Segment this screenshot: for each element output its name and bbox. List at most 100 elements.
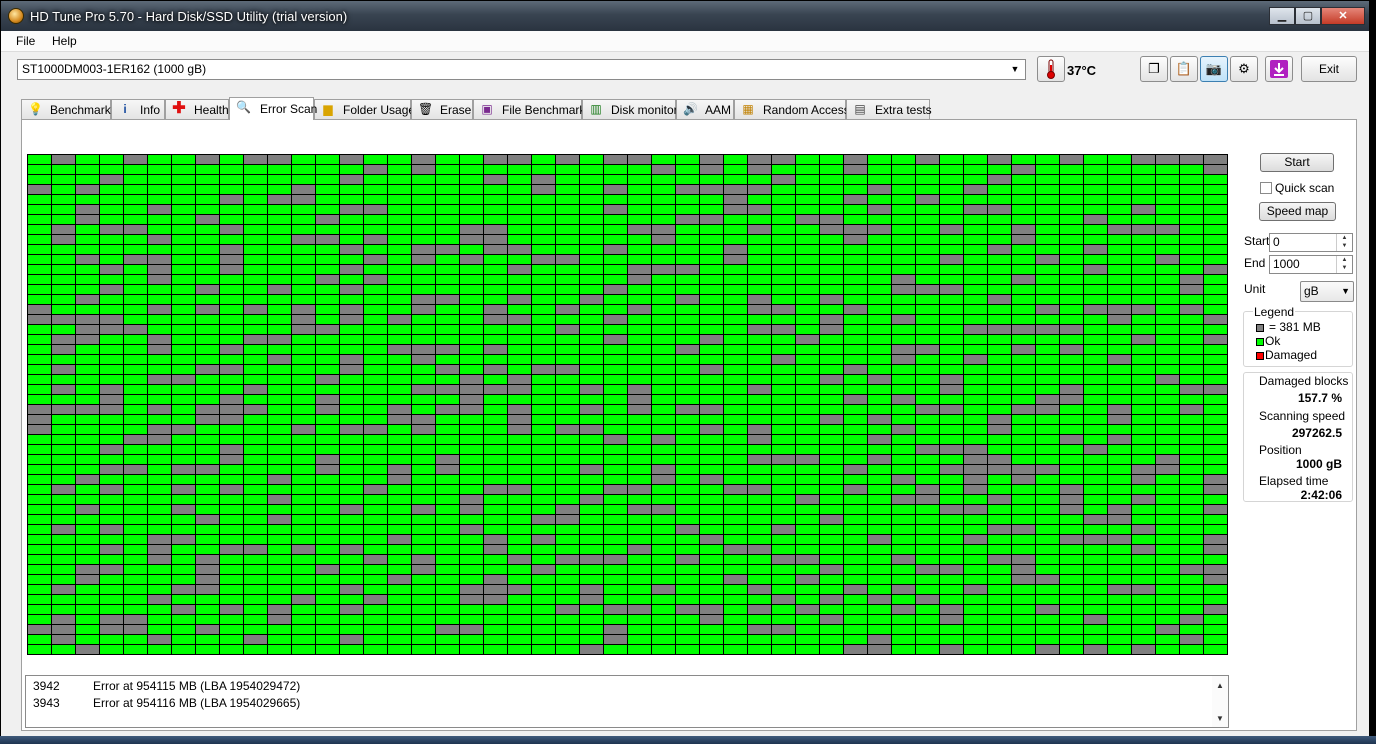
scan-block-ok: [724, 585, 748, 595]
spinner-arrows-icon[interactable]: ▲ ▼: [1336, 234, 1352, 251]
scan-block-ok: [268, 405, 292, 415]
exit-button[interactable]: Exit: [1301, 56, 1357, 82]
end-label: End: [1244, 256, 1266, 270]
tab-disk-monitor[interactable]: ▥ Disk monitor: [582, 99, 678, 119]
tab-folder-usage[interactable]: ▆ Folder Usage: [314, 99, 415, 119]
maximize-button[interactable]: ▢: [1295, 7, 1321, 25]
scan-block-ok: [676, 445, 700, 455]
scan-block-ok: [556, 615, 580, 625]
scan-block-ok: [700, 555, 724, 565]
scan-block-ok: [1132, 315, 1156, 325]
scan-block-ok: [940, 635, 964, 645]
scroll-up-icon[interactable]: ▲: [1216, 681, 1224, 690]
scan-block-ok: [556, 525, 580, 535]
copy-all-button[interactable]: 📋: [1170, 56, 1198, 82]
close-button[interactable]: ✕: [1321, 7, 1365, 25]
menu-file[interactable]: File: [16, 34, 35, 48]
minimize-button[interactable]: ▁: [1269, 7, 1295, 25]
scan-block-ok: [172, 335, 196, 345]
scan-block-ok: [676, 455, 700, 465]
temperature-button[interactable]: [1037, 56, 1065, 82]
scroll-down-icon[interactable]: ▼: [1216, 714, 1224, 723]
scan-block-ok: [244, 615, 268, 625]
scan-block-ok: [1180, 215, 1204, 225]
scan-block-ok: [1156, 565, 1180, 575]
menu-help[interactable]: Help: [52, 34, 77, 48]
scan-block-grey: [652, 225, 676, 235]
tab-aam[interactable]: 🔊 AAM: [676, 99, 734, 119]
start-input[interactable]: 0 ▲ ▼: [1269, 233, 1353, 252]
scan-block-ok: [1084, 315, 1108, 325]
scan-block-ok: [916, 465, 940, 475]
scan-block-ok: [700, 355, 724, 365]
log-scrollbar[interactable]: ▲ ▼: [1212, 676, 1228, 727]
error-log[interactable]: 3942 Error at 954115 MB (LBA 1954029472)…: [25, 675, 1229, 728]
scan-block-ok: [820, 475, 844, 485]
scan-block-grey: [796, 605, 820, 615]
scan-block-ok: [484, 275, 508, 285]
tab-random-access[interactable]: ▦ Random Access: [734, 99, 850, 119]
scan-block-ok: [1132, 625, 1156, 635]
scan-block-grey: [532, 185, 556, 195]
scan-block-ok: [1204, 225, 1228, 235]
scan-block-ok: [124, 175, 148, 185]
scan-block-ok: [1132, 445, 1156, 455]
scan-block-ok: [1204, 435, 1228, 445]
scan-block-grey: [220, 395, 244, 405]
scan-block-ok: [316, 315, 340, 325]
scan-block-ok: [268, 465, 292, 475]
tab-health[interactable]: ✚ Health: [165, 99, 229, 119]
quick-scan-checkbox[interactable]: [1260, 182, 1272, 194]
save-button[interactable]: [1265, 56, 1293, 82]
spinner-arrows-icon[interactable]: ▲ ▼: [1336, 256, 1352, 273]
tab-erase[interactable]: 🗑 Erase: [411, 99, 473, 119]
scan-block-ok: [724, 405, 748, 415]
scan-block-ok: [940, 335, 964, 345]
start-button[interactable]: Start: [1260, 153, 1334, 172]
scan-block-ok: [964, 215, 988, 225]
unit-select[interactable]: gB ▼: [1300, 281, 1354, 302]
scan-block-grey: [412, 155, 436, 165]
scan-block-ok: [412, 645, 436, 655]
drive-select[interactable]: ST1000DM003-1ER162 (1000 gB) ▼: [17, 59, 1026, 80]
scan-block-grey: [1060, 535, 1084, 545]
scan-block-grey: [652, 265, 676, 275]
tab-benchmark[interactable]: 💡 Benchmark: [21, 99, 111, 119]
title-bar: HD Tune Pro 5.70 - Hard Disk/SSD Utility…: [1, 1, 1369, 31]
scan-block-ok: [916, 295, 940, 305]
scan-block-ok: [820, 535, 844, 545]
scan-block-grey: [1204, 155, 1228, 165]
scan-block-ok: [1084, 425, 1108, 435]
scan-block-ok: [508, 595, 532, 605]
scan-block-ok: [124, 485, 148, 495]
tab-file-benchmark[interactable]: ▣ File Benchmark: [473, 99, 585, 119]
scan-block-grey: [844, 465, 868, 475]
screenshot-button[interactable]: 📷: [1200, 56, 1228, 82]
scan-block-ok: [1036, 525, 1060, 535]
scan-block-ok: [556, 355, 580, 365]
scan-block-grey: [940, 285, 964, 295]
scan-block-ok: [1156, 285, 1180, 295]
tab-info[interactable]: i Info: [111, 99, 165, 119]
scan-block-ok: [916, 335, 940, 345]
end-input[interactable]: 1000 ▲ ▼: [1269, 255, 1353, 274]
scan-block-ok: [172, 395, 196, 405]
scan-block-ok: [868, 165, 892, 175]
scan-block-ok: [1156, 235, 1180, 245]
scan-block-ok: [148, 455, 172, 465]
copy-info-button[interactable]: ❐: [1140, 56, 1168, 82]
scan-block-grey: [772, 525, 796, 535]
scan-block-ok: [1180, 505, 1204, 515]
scan-block-ok: [580, 415, 604, 425]
tab-extra-tests[interactable]: ▤ Extra tests: [846, 99, 932, 119]
scan-block-grey: [1132, 545, 1156, 555]
scan-block-grey: [1156, 465, 1180, 475]
options-button[interactable]: ⚙: [1230, 56, 1258, 82]
scan-block-ok: [1132, 415, 1156, 425]
scan-block-grey: [676, 265, 700, 275]
tab-error-scan[interactable]: 🔍 Error Scan: [229, 97, 317, 120]
speed-map-button[interactable]: Speed map: [1259, 202, 1336, 221]
scan-block-grey: [988, 245, 1012, 255]
scan-block-ok: [148, 215, 172, 225]
scan-block-ok: [124, 635, 148, 645]
